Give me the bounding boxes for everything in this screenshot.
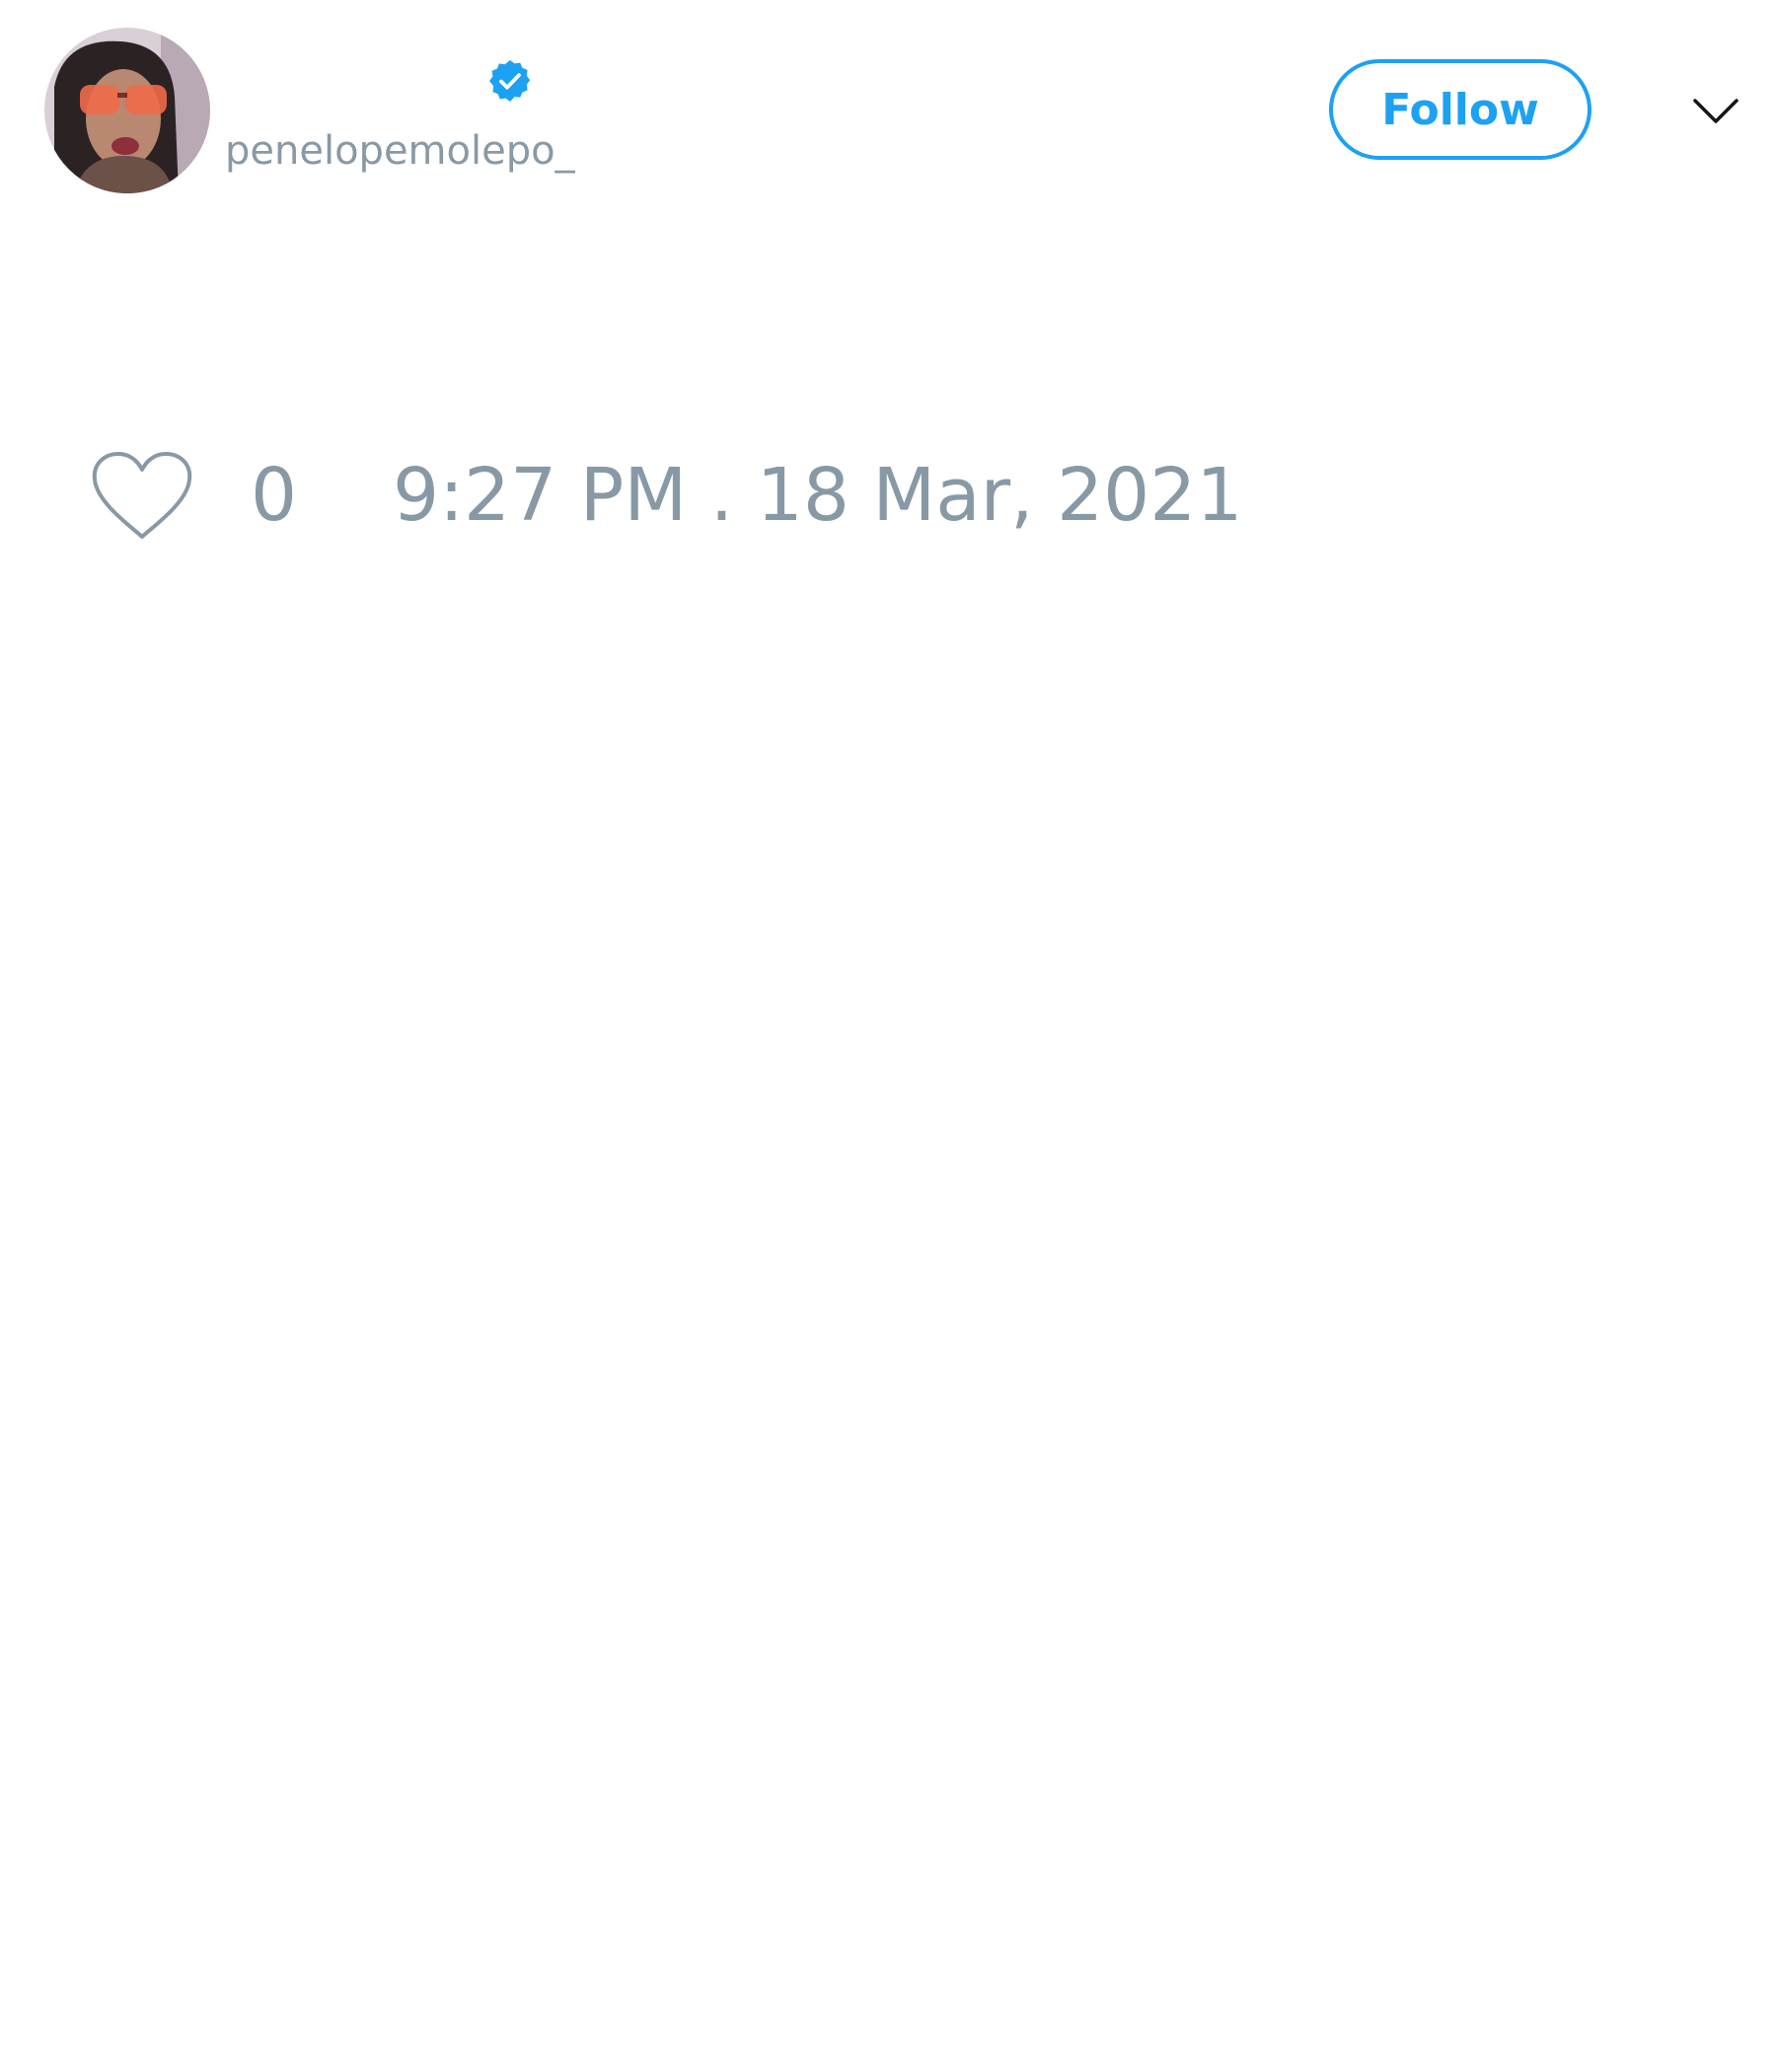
user-handle[interactable]: penelopemolepo_	[225, 126, 575, 176]
tweet-timestamp[interactable]: 9:27 PM . 18 Mar, 2021	[393, 454, 1242, 537]
like-count: 0	[251, 453, 298, 538]
heart-outline-icon[interactable]	[89, 448, 195, 543]
verified-badge-icon	[489, 60, 531, 102]
profile-photo	[44, 28, 210, 193]
chevron-down-icon[interactable]	[1691, 91, 1740, 130]
avatar[interactable]	[44, 28, 210, 193]
follow-button[interactable]: Follow	[1329, 59, 1591, 160]
